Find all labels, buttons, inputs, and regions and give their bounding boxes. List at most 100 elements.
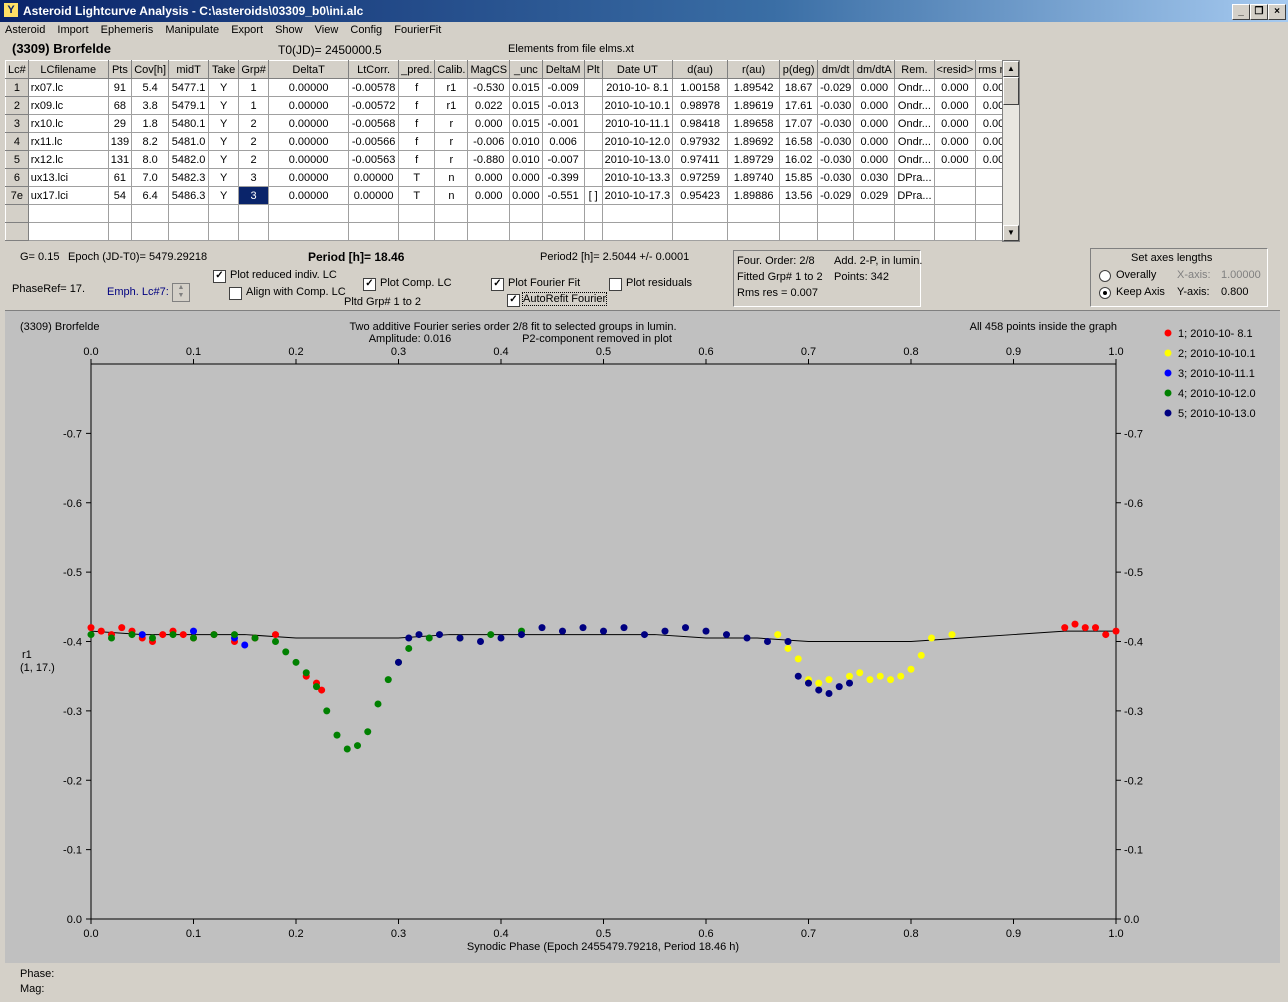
- table-cell[interactable]: 5480.1: [168, 114, 210, 133]
- plot-residuals-checkbox[interactable]: [609, 278, 622, 291]
- table-cell[interactable]: 0.000: [509, 168, 543, 187]
- table-cell[interactable]: 1: [238, 78, 270, 97]
- column-header[interactable]: MagCS: [467, 60, 511, 79]
- table-cell[interactable]: Y: [208, 168, 240, 187]
- table-cell[interactable]: Y: [208, 78, 240, 97]
- table-cell[interactable]: [5, 222, 29, 241]
- table-cell[interactable]: 0.000: [853, 132, 896, 151]
- table-cell[interactable]: [168, 204, 210, 223]
- table-cell[interactable]: 54: [107, 186, 133, 205]
- column-header[interactable]: DeltaM: [541, 60, 585, 79]
- table-cell[interactable]: -0.00566: [348, 132, 400, 151]
- table-cell[interactable]: -0.029: [817, 186, 855, 205]
- table-cell[interactable]: 0.97932: [672, 132, 729, 151]
- table-cell[interactable]: [238, 222, 270, 241]
- table-cell[interactable]: 91: [107, 78, 133, 97]
- table-cell[interactable]: 0.00000: [268, 132, 350, 151]
- table-cell[interactable]: rx12.lc: [27, 150, 109, 169]
- table-cell[interactable]: [933, 222, 977, 241]
- minimize-button[interactable]: _: [1232, 4, 1250, 20]
- table-cell[interactable]: [398, 222, 436, 241]
- table-cell[interactable]: 1.89886: [727, 186, 781, 205]
- table-cell[interactable]: 3: [238, 186, 270, 205]
- table-cell[interactable]: [894, 222, 935, 241]
- table-cell[interactable]: 1.89658: [727, 114, 781, 133]
- table-cell[interactable]: [208, 204, 240, 223]
- table-cell[interactable]: ux17.lci: [27, 186, 109, 205]
- table-cell[interactable]: ux13.lci: [27, 168, 109, 187]
- table-cell[interactable]: -0.007: [541, 150, 585, 169]
- table-cell[interactable]: f: [398, 132, 436, 151]
- table-cell[interactable]: [779, 204, 819, 223]
- column-header[interactable]: r(au): [727, 60, 781, 79]
- column-header[interactable]: Rem.: [894, 60, 935, 79]
- plot-comp-checkbox[interactable]: ✓: [363, 278, 376, 291]
- table-cell[interactable]: 16.58: [779, 132, 819, 151]
- table-cell[interactable]: -0.00563: [348, 150, 400, 169]
- table-cell[interactable]: -0.030: [817, 96, 855, 115]
- table-cell[interactable]: 0.000: [467, 114, 511, 133]
- column-header[interactable]: <resid>: [933, 60, 977, 79]
- table-cell[interactable]: Ondr...: [894, 132, 935, 151]
- table-cell[interactable]: 6: [5, 168, 29, 187]
- table-cell[interactable]: 0.000: [933, 150, 977, 169]
- table-cell[interactable]: -0.013: [541, 96, 585, 115]
- table-cell[interactable]: Ondr...: [894, 114, 935, 133]
- table-cell[interactable]: 5: [5, 150, 29, 169]
- table-cell[interactable]: [817, 222, 855, 241]
- table-cell[interactable]: T: [398, 186, 436, 205]
- table-cell[interactable]: rx10.lc: [27, 114, 109, 133]
- keep-axis-radio[interactable]: [1099, 287, 1111, 299]
- table-cell[interactable]: 0.000: [933, 96, 977, 115]
- column-header[interactable]: dm/dtA: [853, 60, 896, 79]
- autorefit-checkbox[interactable]: ✓: [507, 294, 520, 307]
- table-cell[interactable]: 0.029: [853, 186, 896, 205]
- column-header[interactable]: dm/dt: [817, 60, 855, 79]
- table-scrollbar[interactable]: ▲ ▼: [1002, 60, 1020, 242]
- table-cell[interactable]: [933, 204, 977, 223]
- table-cell[interactable]: 0.015: [509, 96, 543, 115]
- table-cell[interactable]: [672, 204, 729, 223]
- table-cell[interactable]: 15.85: [779, 168, 819, 187]
- column-header[interactable]: Pts: [107, 60, 133, 79]
- table-cell[interactable]: 0.022: [467, 96, 511, 115]
- table-cell[interactable]: 1.89619: [727, 96, 781, 115]
- table-row[interactable]: 6 ux13.lci 61 7.0 5482.3 Y 3 0.00000 0.00000 Tn 0.…: [5, 168, 1018, 187]
- table-cell[interactable]: rx07.lc: [27, 78, 109, 97]
- table-cell[interactable]: 0.00000: [268, 114, 350, 133]
- table-cell[interactable]: 0.006: [541, 132, 585, 151]
- table-cell[interactable]: -0.030: [817, 132, 855, 151]
- table-cell[interactable]: r1: [434, 96, 469, 115]
- table-cell[interactable]: DPra...: [894, 168, 935, 187]
- table-cell[interactable]: 2010-10-17.3: [601, 186, 674, 205]
- menu-config[interactable]: Config: [345, 22, 386, 36]
- table-cell[interactable]: 1.89729: [727, 150, 781, 169]
- table-cell[interactable]: 29: [107, 114, 133, 133]
- table-cell[interactable]: -0.030: [817, 150, 855, 169]
- column-header[interactable]: LtCorr.: [348, 60, 400, 79]
- table-cell[interactable]: [817, 204, 855, 223]
- table-cell[interactable]: 2: [5, 96, 29, 115]
- table-cell[interactable]: 0.000: [853, 78, 896, 97]
- table-cell[interactable]: [894, 204, 935, 223]
- table-cell[interactable]: 0.000: [933, 78, 977, 97]
- table-cell[interactable]: -0.006: [467, 132, 511, 151]
- table-cell[interactable]: 1: [5, 78, 29, 97]
- table-cell[interactable]: 0.00000: [348, 168, 400, 187]
- table-cell[interactable]: [27, 204, 109, 223]
- emph-spinner[interactable]: ▲ ▼: [172, 283, 190, 302]
- table-cell[interactable]: 0.00000: [268, 150, 350, 169]
- table-cell[interactable]: rx11.lc: [27, 132, 109, 151]
- menu-view[interactable]: View: [310, 22, 343, 36]
- column-header[interactable]: d(au): [672, 60, 729, 79]
- table-cell[interactable]: [238, 204, 270, 223]
- table-cell[interactable]: 1.8: [131, 114, 170, 133]
- table-cell[interactable]: Y: [208, 96, 240, 115]
- table-cell[interactable]: 2010-10- 8.1: [601, 78, 674, 97]
- table-cell[interactable]: [727, 204, 781, 223]
- menu-asteroid[interactable]: Asteroid: [0, 22, 49, 36]
- table-cell[interactable]: 4: [5, 132, 29, 151]
- table-cell[interactable]: [434, 204, 469, 223]
- table-cell[interactable]: 139: [107, 132, 133, 151]
- table-cell[interactable]: 2: [238, 132, 270, 151]
